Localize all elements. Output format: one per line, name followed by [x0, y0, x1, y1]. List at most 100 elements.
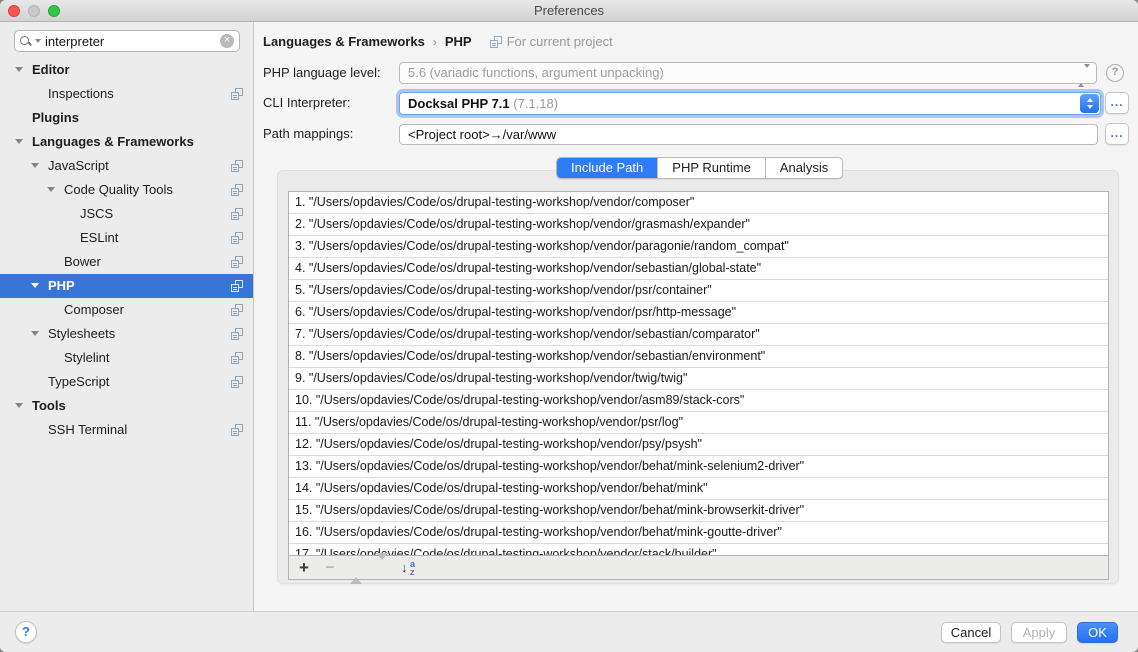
sidebar-item-typescript[interactable]: TypeScript [0, 370, 254, 394]
current-project-badge-icon [231, 160, 243, 172]
cli-interpreter-label: CLI Interpreter: [263, 95, 350, 110]
settings-search-field[interactable]: interpreter × [14, 30, 240, 52]
sidebar-item-label: Languages & Frameworks [0, 134, 194, 149]
list-toolbar: +− ↓az [289, 555, 1108, 579]
cli-interpreter-select[interactable]: Docksal PHP 7.1 (7.1.18) [399, 92, 1101, 115]
breadcrumb-separator: › [433, 32, 437, 52]
scope-note-label: For current project [507, 32, 613, 52]
tab-analysis[interactable]: Analysis [766, 158, 842, 178]
clear-search-icon[interactable]: × [220, 34, 234, 48]
path-mappings-field[interactable]: <Project root>→/var/www [399, 124, 1098, 145]
sidebar-item-eslint[interactable]: ESLint [0, 226, 254, 250]
include-path-row[interactable]: 8. "/Users/opdavies/Code/os/drupal-testi… [289, 346, 1108, 368]
include-path-row[interactable]: 5. "/Users/opdavies/Code/os/drupal-testi… [289, 280, 1108, 302]
help-icon[interactable]: ? [1106, 64, 1124, 82]
current-project-badge-icon [231, 88, 243, 100]
include-path-row[interactable]: 1. "/Users/opdavies/Code/os/drupal-testi… [289, 192, 1108, 214]
current-project-badge-icon [231, 424, 243, 436]
title-bar[interactable]: Preferences [0, 0, 1138, 22]
sidebar-item-label: Editor [0, 62, 70, 77]
sidebar-item-label: JavaScript [0, 158, 109, 173]
sidebar-item-code-quality-tools[interactable]: Code Quality Tools [0, 178, 254, 202]
current-project-badge-icon [231, 352, 243, 364]
cli-interpreter-value: Docksal PHP 7.1 [408, 96, 510, 111]
include-path-panel: 1. "/Users/opdavies/Code/os/drupal-testi… [277, 170, 1119, 584]
sidebar-item-plugins[interactable]: Plugins [0, 106, 254, 130]
dialog-footer: ? Cancel Apply OK [0, 611, 1138, 652]
include-path-row[interactable]: 15. "/Users/opdavies/Code/os/drupal-test… [289, 500, 1108, 522]
chevron-down-icon[interactable] [31, 331, 39, 336]
include-path-row[interactable]: 13. "/Users/opdavies/Code/os/drupal-test… [289, 456, 1108, 478]
sidebar-item-editor[interactable]: Editor [0, 58, 254, 82]
breadcrumb: Languages & Frameworks › PHP For current… [263, 32, 613, 52]
move-down-icon [375, 560, 389, 576]
sidebar-item-php[interactable]: PHP [0, 274, 254, 298]
include-path-row[interactable]: 6. "/Users/opdavies/Code/os/drupal-testi… [289, 302, 1108, 324]
sidebar-item-stylelint[interactable]: Stylelint [0, 346, 254, 370]
chevron-down-icon[interactable] [31, 163, 39, 168]
include-path-row[interactable]: 7. "/Users/opdavies/Code/os/drupal-testi… [289, 324, 1108, 346]
include-path-row[interactable]: 3. "/Users/opdavies/Code/os/drupal-testi… [289, 236, 1108, 258]
tab-php-runtime[interactable]: PHP Runtime [658, 158, 766, 178]
sidebar-item-label: Composer [0, 302, 124, 317]
sidebar-item-stylesheets[interactable]: Stylesheets [0, 322, 254, 346]
add-icon[interactable]: + [297, 560, 311, 576]
current-project-badge-icon [231, 184, 243, 196]
sidebar-item-composer[interactable]: Composer [0, 298, 254, 322]
cancel-button[interactable]: Cancel [941, 622, 1001, 643]
breadcrumb-section[interactable]: Languages & Frameworks [263, 32, 425, 52]
include-path-row[interactable]: 10. "/Users/opdavies/Code/os/drupal-test… [289, 390, 1108, 412]
current-project-badge-icon [231, 304, 243, 316]
help-button[interactable]: ? [15, 621, 37, 643]
chevron-down-icon[interactable] [15, 403, 23, 408]
remove-icon: − [323, 560, 337, 576]
ok-button[interactable]: OK [1077, 622, 1118, 643]
search-input-value[interactable]: interpreter [45, 34, 220, 49]
chevron-down-icon[interactable] [47, 187, 55, 192]
chevron-up-down-icon[interactable] [1080, 94, 1099, 113]
sidebar-item-label: Tools [0, 398, 66, 413]
move-up-icon [349, 560, 363, 576]
path-mappings-browse-button[interactable]: ... [1105, 123, 1129, 145]
language-level-select[interactable]: 5.6 (variadic functions, argument unpack… [399, 62, 1097, 84]
sidebar-item-javascript[interactable]: JavaScript [0, 154, 254, 178]
current-project-badge-icon [490, 36, 502, 48]
include-path-row[interactable]: 9. "/Users/opdavies/Code/os/drupal-testi… [289, 368, 1108, 390]
chevron-down-icon[interactable] [15, 67, 23, 72]
chevron-down-icon[interactable] [15, 139, 23, 144]
sidebar-item-label: TypeScript [0, 374, 109, 389]
sidebar-item-ssh-terminal[interactable]: SSH Terminal [0, 418, 254, 442]
include-path-row[interactable]: 16. "/Users/opdavies/Code/os/drupal-test… [289, 522, 1108, 544]
include-path-list[interactable]: 1. "/Users/opdavies/Code/os/drupal-testi… [289, 192, 1108, 557]
current-project-badge-icon [231, 256, 243, 268]
include-path-row[interactable]: 14. "/Users/opdavies/Code/os/drupal-test… [289, 478, 1108, 500]
search-options-chevron-icon[interactable] [35, 39, 41, 43]
sidebar-item-label: JSCS [0, 206, 113, 221]
include-path-row[interactable]: 4. "/Users/opdavies/Code/os/drupal-testi… [289, 258, 1108, 280]
include-path-row[interactable]: 12. "/Users/opdavies/Code/os/drupal-test… [289, 434, 1108, 456]
tab-include-path[interactable]: Include Path [557, 158, 658, 178]
current-project-badge-icon [231, 232, 243, 244]
language-level-label: PHP language level: [263, 65, 381, 80]
chevron-down-icon[interactable] [31, 283, 39, 288]
current-project-badge-icon [231, 280, 243, 292]
sidebar-item-languages-frameworks[interactable]: Languages & Frameworks [0, 130, 254, 154]
cli-interpreter-browse-button[interactable]: ... [1105, 92, 1129, 114]
sidebar-item-label: Stylesheets [0, 326, 115, 341]
include-path-row[interactable]: 2. "/Users/opdavies/Code/os/drupal-testi… [289, 214, 1108, 236]
scope-note: For current project [490, 32, 613, 52]
preferences-window: Preferences interpreter × Editor Inspecti… [0, 0, 1138, 652]
sidebar-item-inspections[interactable]: Inspections [0, 82, 254, 106]
sidebar-item-tools[interactable]: Tools [0, 394, 254, 418]
language-level-value: 5.6 (variadic functions, argument unpack… [408, 65, 664, 80]
apply-button[interactable]: Apply [1011, 622, 1067, 643]
path-mappings-label: Path mappings: [263, 126, 353, 141]
sidebar-item-label: Stylelint [0, 350, 110, 365]
sort-alphabetically-icon[interactable]: ↓az [401, 560, 419, 576]
sidebar-item-label: SSH Terminal [0, 422, 127, 437]
sidebar-item-jscs[interactable]: JSCS [0, 202, 254, 226]
sidebar-item-bower[interactable]: Bower [0, 250, 254, 274]
current-project-badge-icon [231, 376, 243, 388]
chevron-up-down-icon [1078, 66, 1090, 86]
include-path-row[interactable]: 11. "/Users/opdavies/Code/os/drupal-test… [289, 412, 1108, 434]
